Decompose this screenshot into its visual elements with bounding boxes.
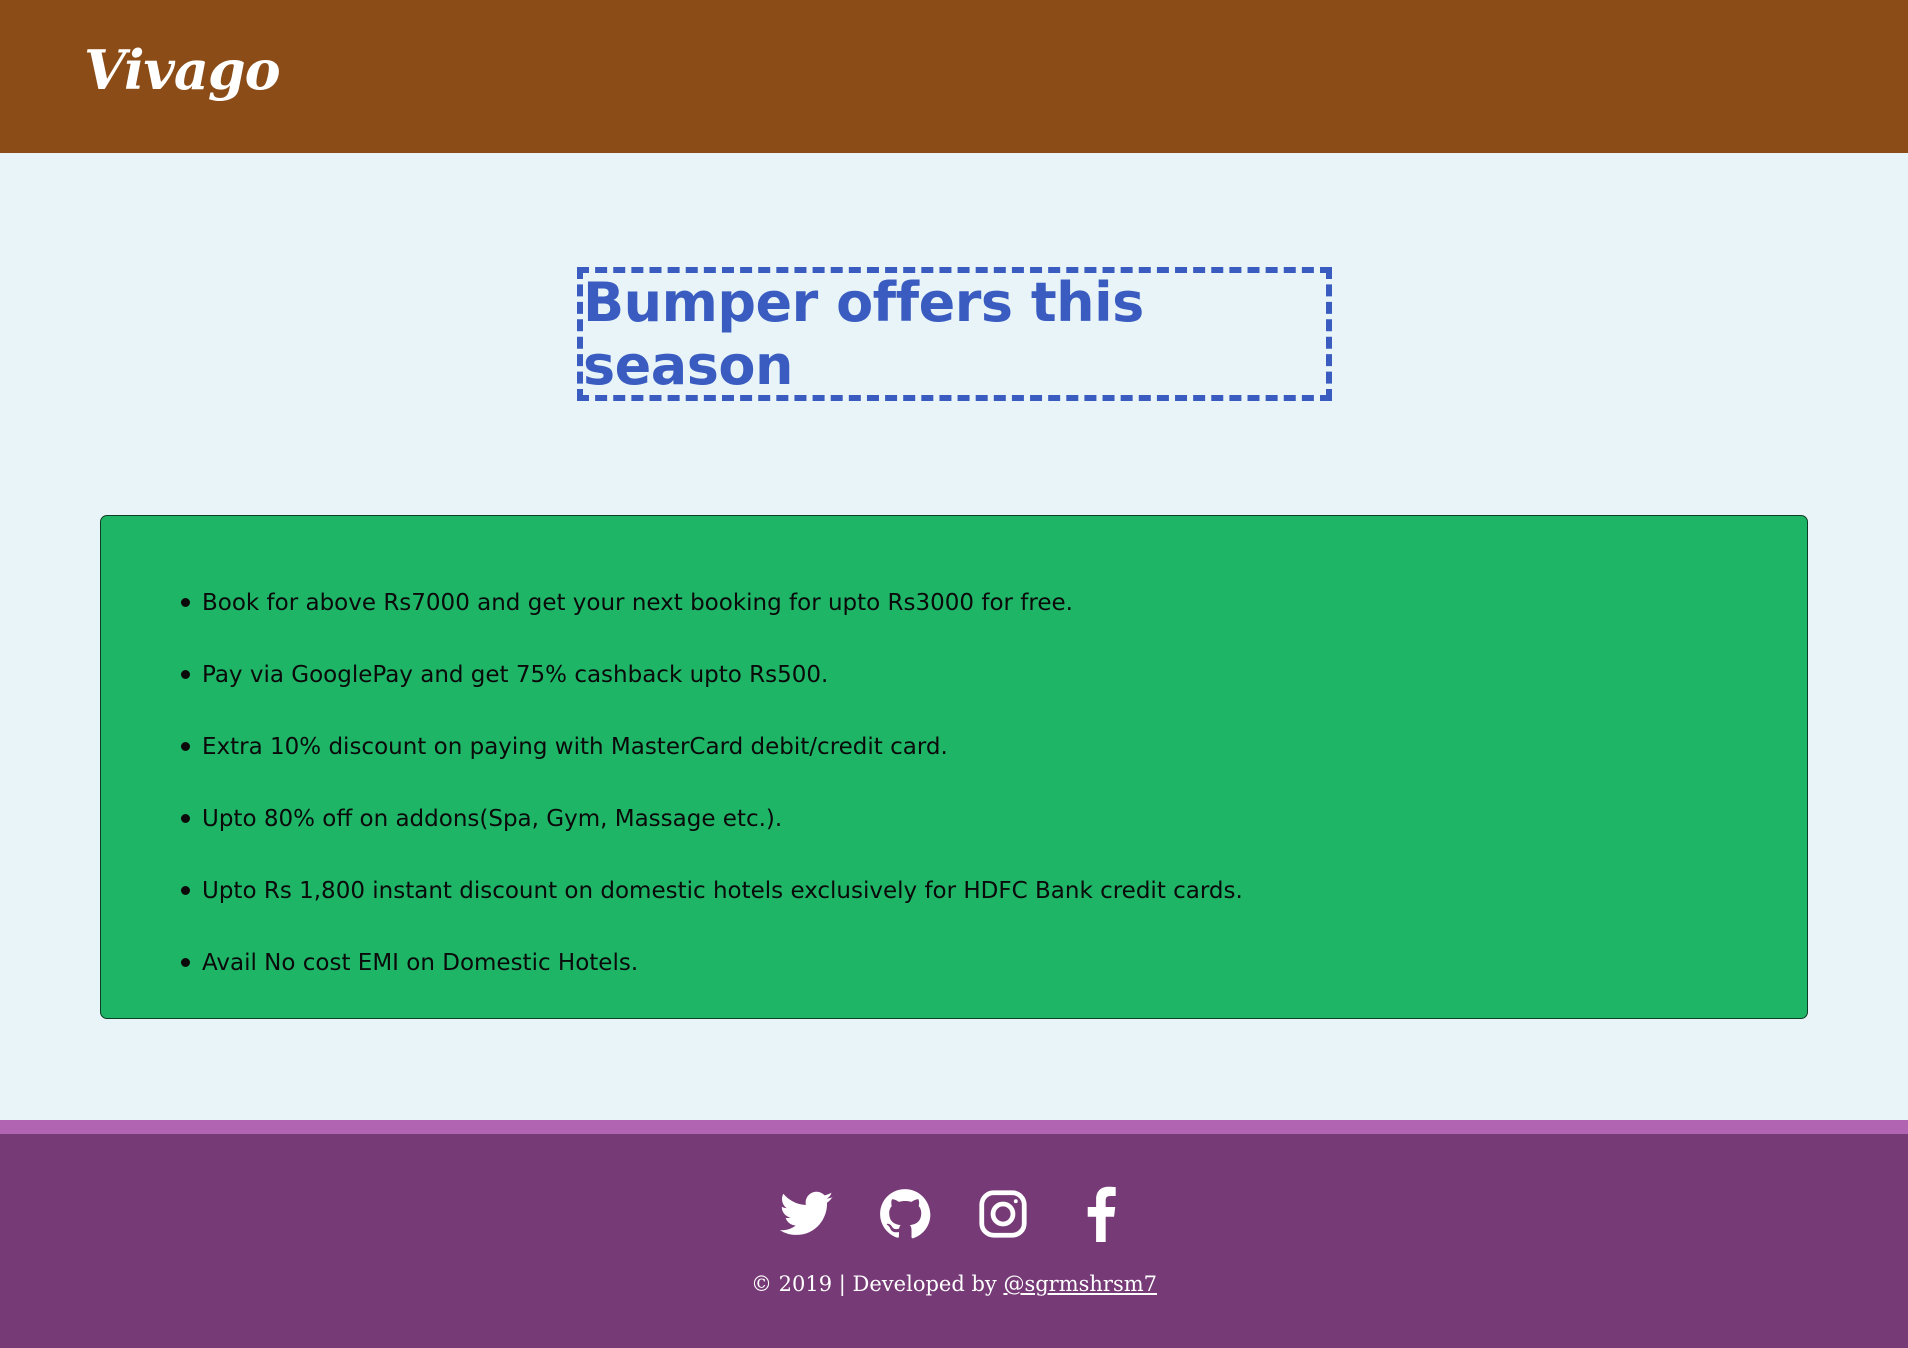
offers-title-box: Bumper offers this season (577, 267, 1332, 401)
twitter-icon[interactable] (778, 1185, 836, 1243)
list-item: Upto 80% off on addons(Spa, Gym, Massage… (181, 782, 1243, 854)
offers-panel: Book for above Rs7000 and get your next … (100, 515, 1808, 1019)
site-header: Vivago (0, 0, 1908, 153)
page-title: Bumper offers this season (583, 271, 1144, 397)
list-item: Avail No cost EMI on Domestic Hotels. (181, 926, 1243, 998)
logo[interactable]: Vivago (84, 38, 281, 102)
github-icon[interactable] (876, 1185, 934, 1243)
list-item: Extra 10% discount on paying with Master… (181, 710, 1243, 782)
social-links (0, 1184, 1908, 1244)
footer-credit: © 2019 | Developed by @sgrmshrsm7 (0, 1272, 1908, 1296)
site-footer: © 2019 | Developed by @sgrmshrsm7 (0, 1134, 1908, 1348)
list-item: Upto Rs 1,800 instant discount on domest… (181, 854, 1243, 926)
facebook-icon[interactable] (1072, 1185, 1130, 1243)
developer-link[interactable]: @sgrmshrsm7 (1003, 1272, 1157, 1296)
copyright-text: © 2019 | Developed by (751, 1272, 1004, 1296)
list-item: Book for above Rs7000 and get your next … (181, 566, 1243, 638)
list-item: Pay via GooglePay and get 75% cashback u… (181, 638, 1243, 710)
instagram-icon[interactable] (974, 1185, 1032, 1243)
offers-list: Book for above Rs7000 and get your next … (181, 566, 1243, 998)
footer-divider (0, 1120, 1908, 1134)
